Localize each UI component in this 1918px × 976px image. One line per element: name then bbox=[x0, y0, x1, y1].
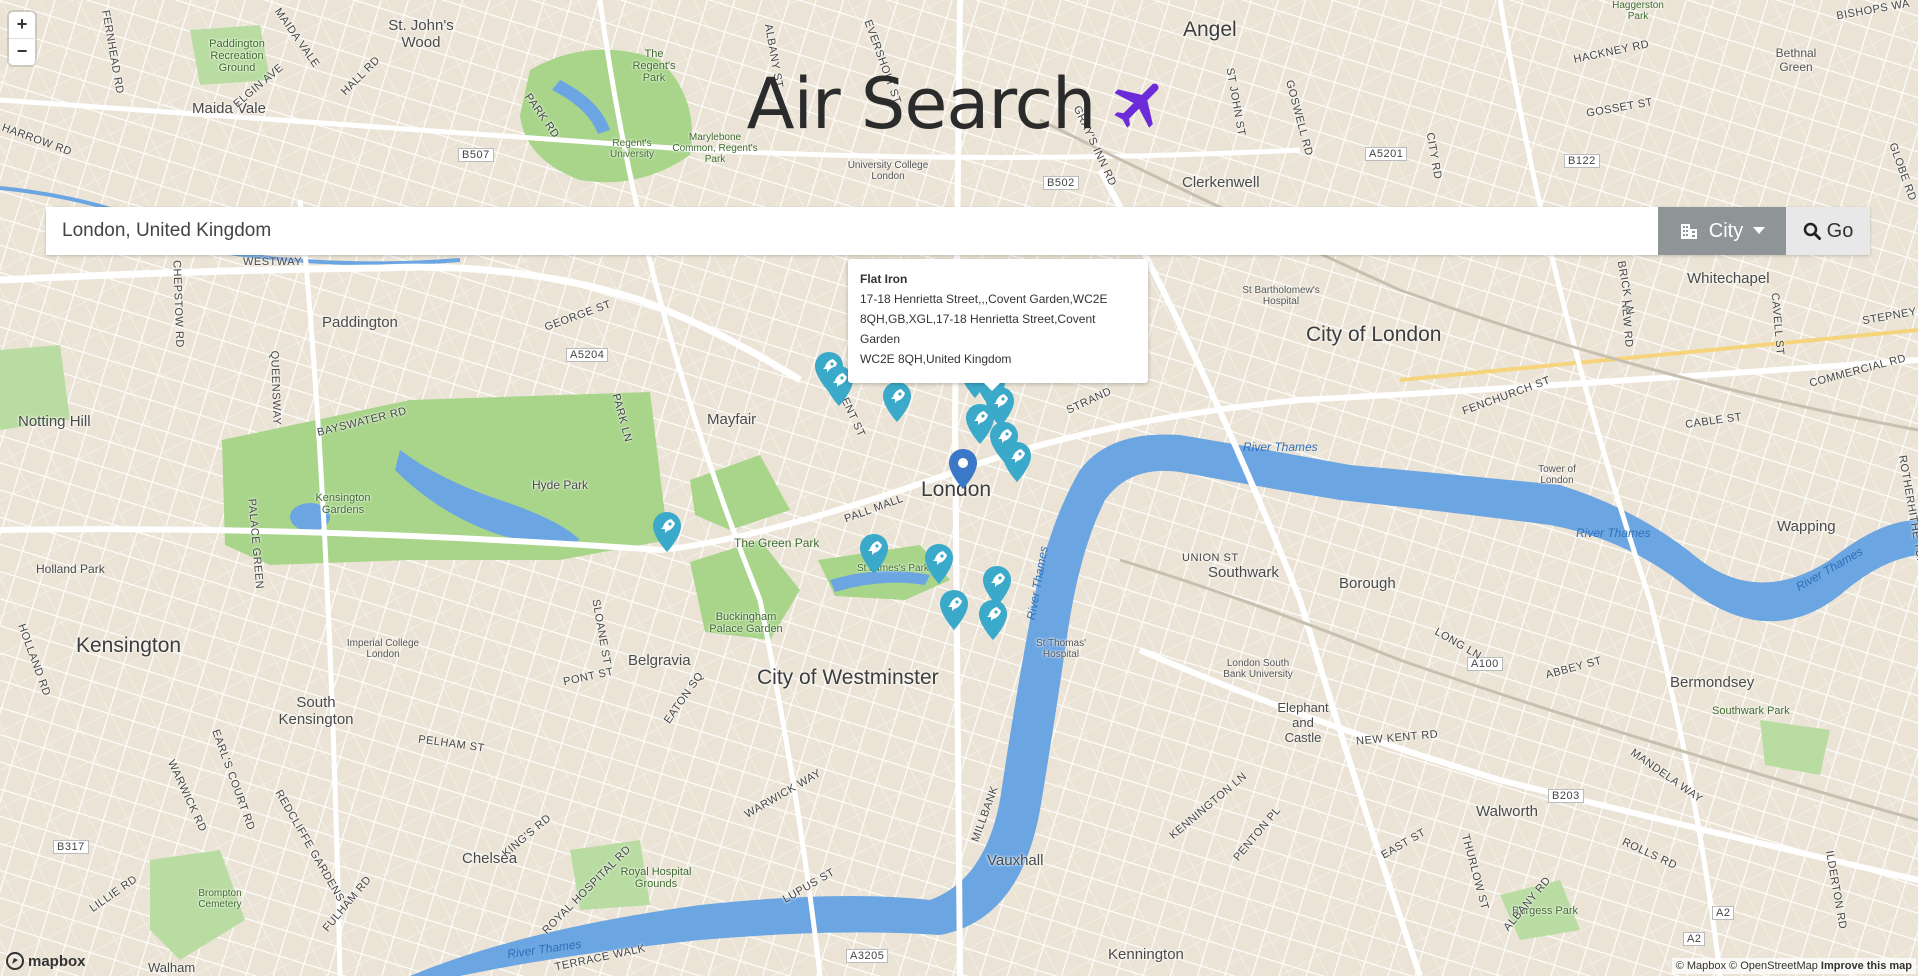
popup-address-line: 17-18 Henrietta Street,,,Covent Garden,W… bbox=[860, 292, 1108, 306]
map-label-belgravia: Belgravia bbox=[628, 652, 691, 669]
map-attribution: © Mapbox © OpenStreetMap Improve this ma… bbox=[1671, 958, 1916, 974]
caret-down-icon bbox=[1753, 227, 1766, 234]
map-label-brompton-cemetery: Brompton Cemetery bbox=[198, 888, 242, 910]
zoom-control: + − bbox=[9, 12, 35, 65]
map-label-ucl: University College London bbox=[847, 160, 929, 182]
map-label-st-johns-wood: St. John's Wood bbox=[388, 17, 454, 51]
rocket-pin-icon[interactable] bbox=[976, 598, 1010, 642]
map-label-wapping: Wapping bbox=[1777, 518, 1836, 535]
map-label-green-park: The Green Park bbox=[734, 536, 820, 550]
map-label-angel: Angel bbox=[1183, 18, 1237, 41]
location-popup: Flat Iron 17-18 Henrietta Street,,,Coven… bbox=[848, 259, 1148, 391]
road-shield-a5201: A5201 bbox=[1365, 147, 1408, 161]
map-label-st-thomas-hospital: St Thomas' Hospital bbox=[1035, 638, 1087, 660]
rocket-pin-icon[interactable] bbox=[857, 532, 891, 576]
road-shield-a2-1: A2 bbox=[1712, 906, 1735, 920]
map-label-borough: Borough bbox=[1339, 575, 1396, 592]
rocket-pin-icon[interactable] bbox=[650, 510, 684, 554]
map-label-elephant-and-castle: Elephant and Castle bbox=[1277, 700, 1329, 745]
road-shield-b203: B203 bbox=[1548, 789, 1584, 803]
map-label-walham: Walham bbox=[148, 960, 196, 975]
road-shield-b502: B502 bbox=[1043, 176, 1079, 190]
map-label-hyde-park: Hyde Park bbox=[532, 478, 589, 492]
map-label-river-thames-2: River Thames bbox=[1576, 526, 1651, 540]
map-label-southwark: Southwark bbox=[1208, 564, 1279, 581]
app-title: Air Search bbox=[746, 63, 1097, 145]
map-label-holland-park: Holland Park bbox=[36, 562, 105, 576]
popup-address-line: 8QH,GB,XGL,17-18 Henrietta Street,Covent… bbox=[860, 312, 1096, 346]
map-label-mayfair: Mayfair bbox=[707, 411, 757, 428]
search-bar: City Go bbox=[46, 207, 1870, 255]
building-icon bbox=[1680, 224, 1697, 239]
search-mode-dropdown[interactable]: City bbox=[1658, 207, 1786, 255]
road-shield-a2-2: A2 bbox=[1683, 932, 1706, 946]
map-label-kensington-gardens: Kensington Gardens bbox=[315, 492, 371, 516]
road-shield-b122: B122 bbox=[1564, 154, 1600, 168]
improve-map-link[interactable]: Improve this map bbox=[1821, 960, 1912, 972]
map-label-vauxhall: Vauxhall bbox=[987, 852, 1044, 869]
map-label-haggerston-park: Haggerston Park bbox=[1612, 0, 1664, 22]
map-label-imperial-college: Imperial College London bbox=[346, 638, 420, 660]
map-label-river-thames-1: River Thames bbox=[1243, 440, 1318, 454]
zoom-out-button[interactable]: − bbox=[9, 39, 35, 65]
map-label-clerkenwell: Clerkenwell bbox=[1182, 174, 1260, 191]
map-label-lsbu: London South Bank University bbox=[1223, 658, 1293, 680]
map-label-buckingham-palace-garden: Buckingham Palace Garden bbox=[709, 611, 783, 635]
popup-address-line: WC2E 8QH,United Kingdom bbox=[860, 352, 1012, 366]
mapbox-logo[interactable]: mapbox bbox=[6, 952, 86, 970]
mapbox-logo-text: mapbox bbox=[28, 952, 86, 970]
go-button[interactable]: Go bbox=[1786, 207, 1870, 255]
map-label-city-of-westminster: City of Westminster bbox=[757, 666, 939, 689]
rocket-pin-icon[interactable] bbox=[937, 588, 971, 632]
map-canvas[interactable]: Angel City of London London City of West… bbox=[0, 0, 1918, 976]
road-shield-a3205: A3205 bbox=[846, 949, 889, 963]
search-input[interactable] bbox=[46, 207, 1658, 255]
map-label-kennington: Kennington bbox=[1108, 946, 1184, 963]
map-label-south-kensington: South Kensington bbox=[278, 694, 354, 728]
attribution-text[interactable]: © Mapbox © OpenStreetMap bbox=[1676, 960, 1818, 972]
road-label-westway: WESTWAY bbox=[243, 256, 303, 268]
app-header: Air Search bbox=[0, 64, 1918, 144]
road-shield-b317: B317 bbox=[53, 840, 89, 854]
zoom-in-button[interactable]: + bbox=[9, 12, 35, 39]
rocket-pin-icon[interactable] bbox=[1000, 440, 1034, 484]
map-label-royal-hospital-grounds: Royal Hospital Grounds bbox=[620, 866, 692, 890]
go-button-label: Go bbox=[1826, 219, 1854, 242]
map-label-kensington: Kensington bbox=[76, 634, 182, 657]
map-label-walworth: Walworth bbox=[1476, 803, 1538, 820]
search-icon bbox=[1803, 222, 1821, 240]
airplane-icon bbox=[1114, 83, 1159, 128]
rocket-pin-icon[interactable] bbox=[922, 542, 956, 586]
mapbox-icon bbox=[6, 952, 24, 970]
map-label-tower-of-london: Tower of London bbox=[1538, 464, 1576, 486]
map-label-southwark-park: Southwark Park bbox=[1712, 705, 1790, 717]
popup-title: Flat Iron bbox=[860, 272, 908, 286]
map-label-whitechapel: Whitechapel bbox=[1687, 270, 1770, 287]
map-label-st-bartholomews: St Bartholomew's Hospital bbox=[1242, 285, 1320, 307]
search-mode-label: City bbox=[1708, 219, 1744, 242]
map-label-city-of-london: City of London bbox=[1306, 323, 1442, 346]
map-label-paddington: Paddington bbox=[322, 314, 398, 331]
road-shield-a5204: A5204 bbox=[566, 348, 609, 362]
road-label-union-st: UNION ST bbox=[1182, 552, 1239, 564]
road-shield-b507: B507 bbox=[458, 148, 494, 162]
location-marker-icon[interactable] bbox=[946, 447, 980, 491]
map-label-bermondsey: Bermondsey bbox=[1670, 674, 1755, 691]
road-label-queensway: QUEENSWAY bbox=[268, 350, 283, 426]
map-label-notting-hill: Notting Hill bbox=[18, 413, 91, 430]
rocket-pin-icon[interactable] bbox=[880, 380, 914, 424]
